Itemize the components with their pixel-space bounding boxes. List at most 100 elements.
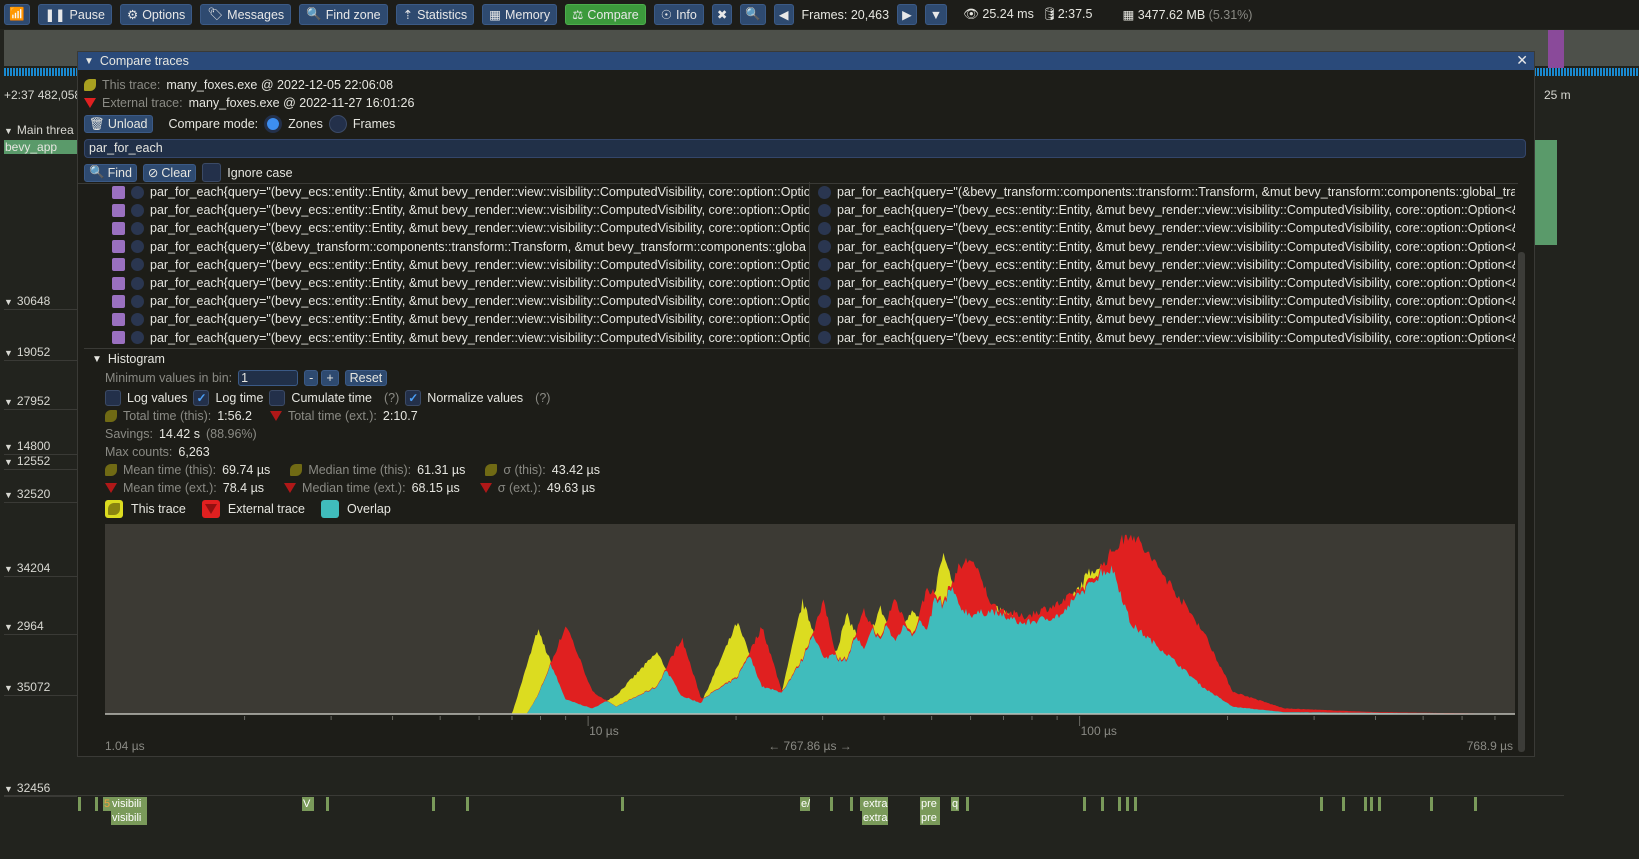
zone-match-left[interactable]: par_for_each{query="(bevy_ecs::entity::E…: [112, 292, 809, 310]
thread-label[interactable]: ▼ 32456: [4, 781, 50, 795]
radio-dot[interactable]: [131, 221, 144, 235]
zone-match-left[interactable]: par_for_each{query="(bevy_ecs::entity::E…: [112, 329, 809, 347]
zone[interactable]: visibili: [111, 811, 147, 825]
radio-dot[interactable]: [131, 185, 144, 199]
search-input[interactable]: par_for_each: [84, 139, 1526, 158]
zone[interactable]: [78, 797, 81, 811]
clear-button[interactable]: ⊘ Clear: [142, 163, 197, 182]
radio-dot[interactable]: [131, 258, 144, 272]
radio-dot[interactable]: [131, 312, 144, 326]
zone[interactable]: [1126, 797, 1129, 811]
window-title-bar[interactable]: ▼ Compare traces ✕: [78, 52, 1534, 70]
find-button[interactable]: 🔍 Find: [84, 163, 137, 182]
zone-bevy-app[interactable]: bevy_app: [4, 140, 77, 154]
zone[interactable]: [1370, 797, 1373, 811]
thread-label[interactable]: ▼ 12552: [4, 454, 50, 468]
zone[interactable]: [1474, 797, 1477, 811]
zone[interactable]: e/: [800, 797, 810, 811]
thread-label[interactable]: ▼ 27952: [4, 394, 50, 408]
radio-dot[interactable]: [818, 221, 831, 235]
zone[interactable]: [1101, 797, 1104, 811]
memory-button[interactable]: ▦ Memory: [482, 4, 558, 25]
histogram-chart[interactable]: 10 µs 100 µs 1.04 µs ← 767.86 µs → 768.9…: [105, 524, 1517, 764]
zone-match-right[interactable]: par_for_each{query="(bevy_ecs::entity::E…: [818, 329, 1515, 347]
zone[interactable]: pre: [920, 797, 940, 811]
pause-button[interactable]: ❚❚ Pause: [37, 4, 112, 25]
reset-button[interactable]: Reset: [344, 370, 388, 386]
info-button[interactable]: ☉ Info: [653, 4, 704, 25]
zone[interactable]: 5: [103, 797, 111, 811]
thread-label[interactable]: ▼ 30648: [4, 294, 50, 308]
zone[interactable]: [621, 797, 624, 811]
zone[interactable]: [966, 797, 969, 811]
next-frame-button[interactable]: ▶: [897, 4, 917, 25]
zone-match-right[interactable]: par_for_each{query="(bevy_ecs::entity::E…: [818, 274, 1515, 292]
histogram-header[interactable]: ▼ Histogram: [92, 352, 165, 366]
zone-match-right[interactable]: par_for_each{query="(bevy_ecs::entity::E…: [818, 292, 1515, 310]
log-time-checkbox[interactable]: ✓: [193, 390, 210, 406]
connection-button[interactable]: 📶: [4, 4, 30, 25]
unload-button[interactable]: 🗑 Unload: [84, 115, 153, 133]
zone[interactable]: [860, 797, 863, 811]
zone[interactable]: [1364, 797, 1367, 811]
zone[interactable]: [850, 797, 853, 811]
zone-match-right[interactable]: par_for_each{query="(bevy_ecs::entity::E…: [818, 256, 1515, 274]
radio-dot[interactable]: [818, 276, 831, 290]
zone[interactable]: [1134, 797, 1137, 811]
ignore-case-checkbox[interactable]: [202, 163, 222, 182]
radio-dot[interactable]: [131, 294, 144, 308]
help-tooltip[interactable]: (?): [384, 391, 399, 405]
increment-button[interactable]: +: [321, 370, 339, 386]
statistics-button[interactable]: ⇡ Statistics: [395, 4, 475, 25]
zone[interactable]: extra: [862, 811, 888, 825]
zone[interactable]: [1320, 797, 1323, 811]
decrement-button[interactable]: -: [304, 370, 319, 386]
zone-match-left[interactable]: par_for_each{query="(&bevy_transform::co…: [112, 238, 809, 256]
zone[interactable]: [1342, 797, 1345, 811]
help-tooltip[interactable]: (?): [535, 391, 550, 405]
zone[interactable]: q: [951, 797, 959, 811]
zone-match-left[interactable]: par_for_each{query="(bevy_ecs::entity::E…: [112, 256, 809, 274]
radio-dot[interactable]: [818, 294, 831, 308]
log-values-checkbox[interactable]: [105, 390, 121, 406]
options-button[interactable]: ⚙ Options: [119, 4, 193, 25]
radio-dot[interactable]: [818, 312, 831, 326]
zone-match-left[interactable]: par_for_each{query="(bevy_ecs::entity::E…: [112, 183, 809, 201]
radio-dot[interactable]: [818, 240, 831, 254]
zone-match-right[interactable]: par_for_each{query="(&bevy_transform::co…: [818, 183, 1515, 201]
min-values-input[interactable]: 1: [238, 370, 299, 386]
thread-label[interactable]: ▼ 19052: [4, 345, 50, 359]
normalize-values-checkbox[interactable]: ✓: [405, 390, 422, 406]
column-divider[interactable]: [809, 182, 810, 347]
zone[interactable]: [466, 797, 469, 811]
zone[interactable]: [326, 797, 329, 811]
frames-radio[interactable]: [328, 115, 347, 133]
zone[interactable]: V: [302, 797, 314, 811]
zone[interactable]: visibili: [111, 797, 147, 811]
zone-match-left[interactable]: par_for_each{query="(bevy_ecs::entity::E…: [112, 310, 809, 328]
radio-dot[interactable]: [131, 240, 144, 254]
zone-match-right[interactable]: par_for_each{query="(bevy_ecs::entity::E…: [818, 201, 1515, 219]
zone-match-right[interactable]: par_for_each{query="(bevy_ecs::entity::E…: [818, 310, 1515, 328]
find-zone-button[interactable]: 🔍 Find zone: [299, 4, 388, 25]
zone-match-right[interactable]: par_for_each{query="(bevy_ecs::entity::E…: [818, 238, 1515, 256]
zones-radio[interactable]: [264, 115, 283, 133]
zone-match-left[interactable]: par_for_each{query="(bevy_ecs::entity::E…: [112, 274, 809, 292]
radio-dot[interactable]: [131, 276, 144, 290]
radio-dot[interactable]: [818, 185, 831, 199]
zone[interactable]: [1118, 797, 1121, 811]
zone[interactable]: [1378, 797, 1381, 811]
prev-frame-button[interactable]: ◀: [773, 4, 794, 25]
thread-label[interactable]: ▼ 2964: [4, 619, 44, 633]
zone[interactable]: [830, 797, 833, 811]
messages-button[interactable]: 🏷 Messages: [200, 4, 292, 25]
radio-dot[interactable]: [818, 258, 831, 272]
frame-dropdown-button[interactable]: ▼: [924, 4, 948, 25]
zone[interactable]: extra: [862, 797, 888, 811]
collapse-icon[interactable]: ▼: [84, 56, 94, 67]
thread-label[interactable]: ▼ 32520: [4, 487, 50, 501]
zone[interactable]: [432, 797, 435, 811]
zone-match-left[interactable]: par_for_each{query="(bevy_ecs::entity::E…: [112, 201, 809, 219]
zone[interactable]: [95, 797, 98, 811]
radio-dot[interactable]: [131, 331, 144, 345]
